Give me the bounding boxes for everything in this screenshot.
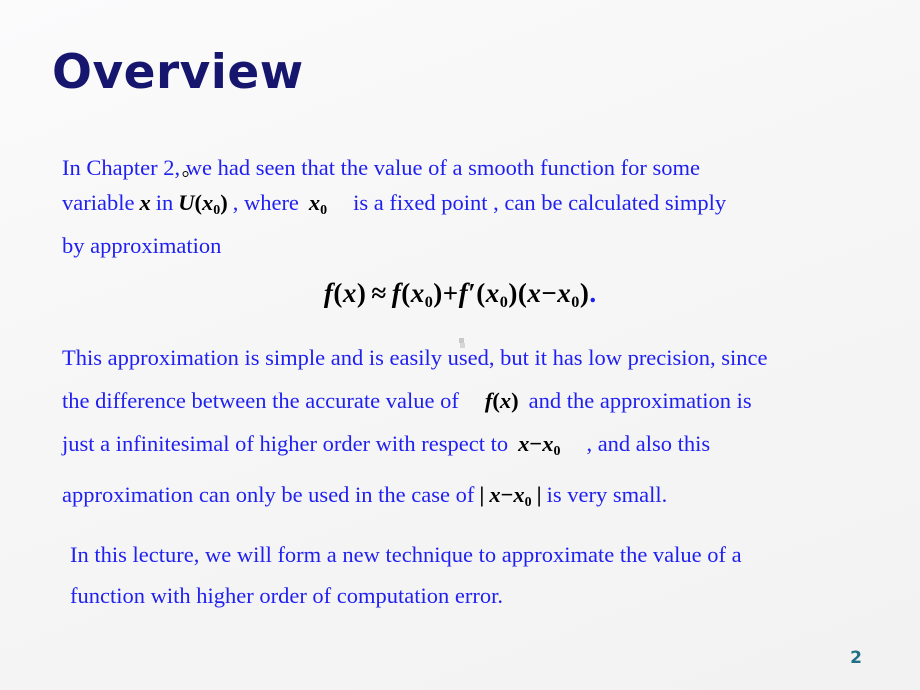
eq-minus-sign: −	[541, 278, 558, 308]
text-variable-label: variable	[62, 190, 135, 215]
math-x0-letter: x	[542, 431, 554, 456]
eq-x2: x	[410, 278, 425, 308]
paragraph-precision-line-4: approximation can only be used in the ca…	[62, 473, 902, 524]
math-paren-open: (	[194, 190, 202, 215]
paragraph-precision: This approximation is simple and is easi…	[62, 336, 902, 524]
eq-approx-sign: ≈	[371, 278, 387, 308]
paragraph-intro-line-1-text: In Chapter 2, we had seen that the value…	[62, 155, 700, 180]
text-in: in	[155, 190, 174, 215]
eq-x4: x	[527, 278, 542, 308]
eq-f1: f	[323, 278, 334, 308]
math-x-zero-letter: x	[308, 190, 321, 215]
text-fixed-point: is a fixed point , can be calculated sim…	[353, 190, 727, 215]
paragraph-precision-line-3: just a infinitesimal of higher order wit…	[62, 422, 902, 473]
eq-open-paren-2: (	[401, 278, 411, 308]
text-and-also-this: , and also this	[586, 431, 711, 456]
math-abs-bar-open: |	[479, 482, 485, 508]
paragraph-intro-line-2: variable x in U(x0), where x0 is a fixed poin…	[62, 171, 872, 228]
math-f-close-paren: )	[511, 388, 519, 413]
math-x0-subscript: 0	[553, 444, 561, 460]
eq-f2: f	[391, 278, 402, 308]
eq-x3: x	[485, 278, 500, 308]
paragraph-intro-line-3-text: by approximation	[62, 233, 222, 259]
eq-close-paren-2: )	[433, 278, 443, 308]
math-x-zero-subscript: 0	[320, 203, 328, 219]
eq-close-paren-4: )	[579, 278, 590, 308]
eq-close-paren-1: )	[356, 278, 367, 308]
math-variable-x: x	[139, 190, 151, 215]
math-f-arg-x: x	[499, 388, 512, 413]
math-abs-minus-sign: −	[500, 482, 514, 508]
eq-x2-subscript: 0	[424, 292, 434, 311]
display-equation: f(x) ≈ f(x0)+f′(x0)(x−x0).	[0, 278, 920, 312]
text-is-very-small: is very small.	[546, 482, 668, 508]
page-title: Overview	[52, 45, 304, 100]
paragraph-lecture-line-1-text: In this lecture, we will form a new tech…	[70, 542, 742, 567]
math-x-minus-x0: x−x0	[518, 431, 561, 460]
slide: Overview In Chapter 2, we had seen that …	[0, 0, 920, 690]
ring-u-glyph: U	[178, 171, 195, 220]
eq-x1: x	[342, 278, 357, 308]
math-abs-x0-subscript: 0	[524, 495, 532, 511]
paragraph-lecture-line-2-text: function with higher order of computatio…	[70, 583, 504, 608]
math-abs-bar-close: |	[536, 482, 542, 508]
math-minus-sign: −	[529, 431, 543, 456]
paragraph-lecture-line-1: In this lecture, we will form a new tech…	[70, 534, 900, 575]
paragraph-precision-line-1-text: This approximation is simple and is easi…	[62, 345, 768, 370]
paragraph-lecture-line-2: function with higher order of computatio…	[70, 575, 900, 616]
text-infinitesimal: just a infinitesimal of higher order wit…	[62, 431, 509, 456]
paragraph-intro-line-3: by approximation	[62, 228, 872, 263]
eq-x5-subscript: 0	[571, 292, 580, 311]
math-f-of-x: f(x)	[485, 388, 519, 413]
paragraph-precision-line-1: This approximation is simple and is easi…	[62, 336, 902, 379]
math-abs-x-letter: x	[489, 482, 501, 508]
math-u-letter: U	[178, 190, 195, 215]
display-equation-expression: f(x) ≈ f(x0)+f′(x0)(x−x0)	[323, 278, 590, 311]
math-paren-close: )	[220, 190, 228, 215]
eq-plus-sign: +	[442, 278, 459, 308]
math-abs-x-minus-x0: | x−x0 |	[479, 482, 542, 511]
math-x-letter: x	[518, 431, 530, 456]
math-f-open-paren: (	[492, 388, 500, 413]
text-where: , where	[232, 190, 299, 215]
eq-open-paren-4: (	[517, 278, 528, 308]
ring-accent-icon	[182, 171, 189, 178]
paragraph-intro: In Chapter 2, we had seen that the value…	[62, 150, 872, 263]
eq-open-paren-3: (	[476, 278, 486, 308]
text-case-of: approximation can only be used in the ca…	[62, 482, 475, 508]
text-difference-accurate-value: the difference between the accurate valu…	[62, 388, 459, 413]
math-punctured-neighborhood: U(x0)	[178, 171, 228, 218]
text-and-approximation: and the approximation is	[528, 388, 752, 413]
paragraph-lecture: In this lecture, we will form a new tech…	[70, 534, 900, 616]
eq-open-paren-1: (	[333, 278, 343, 308]
eq-f3: f	[458, 278, 469, 308]
math-u-arg-x: x	[201, 190, 214, 215]
paragraph-intro-line-1: In Chapter 2, we had seen that the value…	[62, 150, 872, 185]
eq-close-paren-3: )	[508, 278, 518, 308]
math-abs-x0-letter: x	[513, 482, 525, 508]
math-x-zero: x0	[308, 190, 328, 219]
eq-trailing-period: .	[589, 278, 597, 308]
eq-x5: x	[557, 278, 572, 308]
paragraph-precision-line-2: the difference between the accurate valu…	[62, 379, 902, 422]
page-number: 2	[850, 648, 862, 668]
